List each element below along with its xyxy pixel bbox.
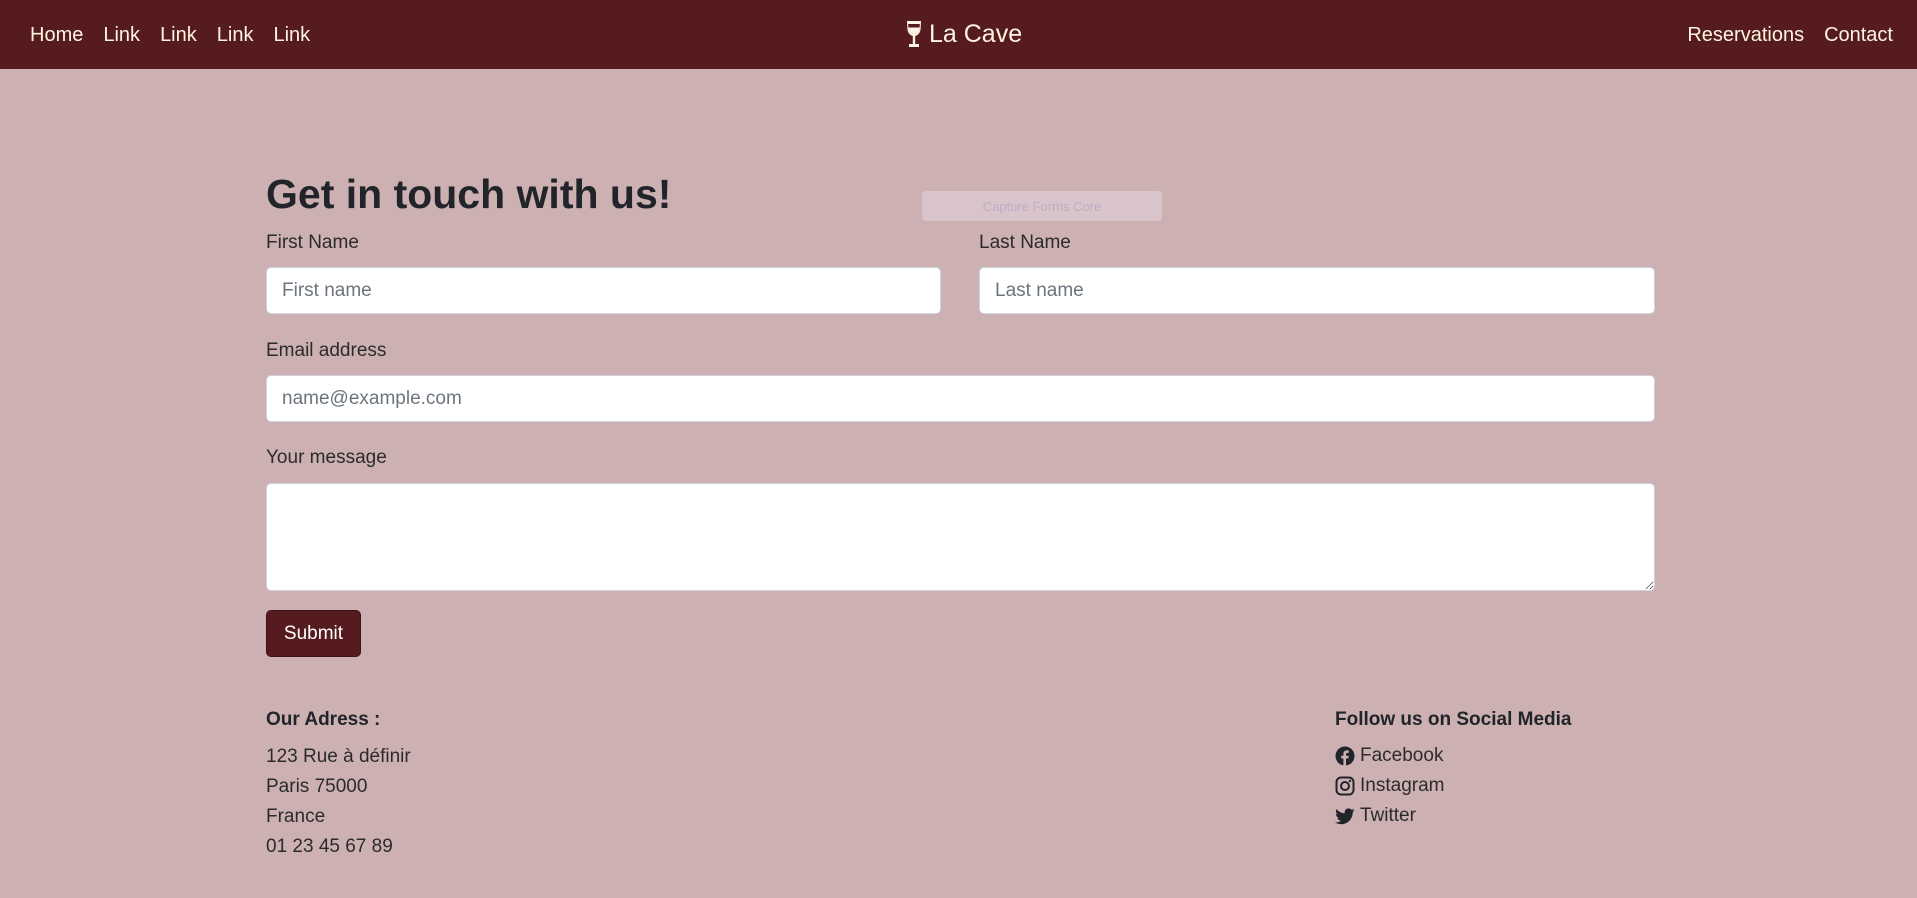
social-link-facebook[interactable]: Facebook bbox=[1335, 745, 1443, 767]
nav-right: Reservations Contact bbox=[1667, 25, 1893, 45]
address-country: France bbox=[266, 806, 326, 827]
nav-link-2[interactable]: Link bbox=[160, 25, 197, 45]
twitter-icon bbox=[1335, 808, 1355, 825]
capture-overlay: Capture Forms Core bbox=[922, 191, 1162, 221]
email-input[interactable] bbox=[266, 375, 1655, 422]
social-link-instagram[interactable]: Instagram bbox=[1335, 775, 1444, 797]
nav-link-4[interactable]: Link bbox=[273, 25, 310, 45]
address-line: 123 Rue à définir bbox=[266, 746, 411, 767]
page-title: Get in touch with us! bbox=[266, 171, 672, 217]
message-label: Your message bbox=[266, 447, 387, 468]
navbar: Home Link Link Link Link La Cave Reserva… bbox=[0, 0, 1917, 69]
first-name-label: First Name bbox=[266, 232, 359, 253]
nav-link-1[interactable]: Link bbox=[103, 25, 140, 45]
social-title: Follow us on Social Media bbox=[1335, 709, 1572, 730]
first-name-input[interactable] bbox=[266, 267, 941, 314]
wine-glass-icon bbox=[907, 21, 921, 47]
nav-link-reservations[interactable]: Reservations bbox=[1687, 25, 1804, 45]
address-city: Paris 75000 bbox=[266, 776, 368, 797]
nav-link-home[interactable]: Home bbox=[30, 25, 83, 45]
brand-link[interactable]: La Cave bbox=[905, 20, 1022, 48]
email-label: Email address bbox=[266, 340, 387, 361]
facebook-label: Facebook bbox=[1360, 745, 1444, 766]
instagram-label: Instagram bbox=[1360, 775, 1445, 796]
nav-link-contact[interactable]: Contact bbox=[1824, 25, 1893, 45]
social-link-twitter[interactable]: Twitter bbox=[1335, 805, 1416, 827]
submit-button[interactable]: Submit bbox=[266, 610, 361, 657]
last-name-label: Last Name bbox=[979, 232, 1071, 253]
message-textarea[interactable] bbox=[266, 483, 1655, 591]
brand-name: La Cave bbox=[929, 19, 1023, 48]
nav-left: Home Link Link Link Link bbox=[30, 25, 330, 45]
instagram-icon bbox=[1335, 776, 1355, 796]
facebook-icon bbox=[1335, 746, 1355, 766]
last-name-input[interactable] bbox=[979, 267, 1655, 314]
twitter-label: Twitter bbox=[1360, 805, 1416, 826]
nav-link-3[interactable]: Link bbox=[217, 25, 254, 45]
address-phone: 01 23 45 67 89 bbox=[266, 836, 393, 857]
address-title: Our Adress : bbox=[266, 709, 381, 730]
